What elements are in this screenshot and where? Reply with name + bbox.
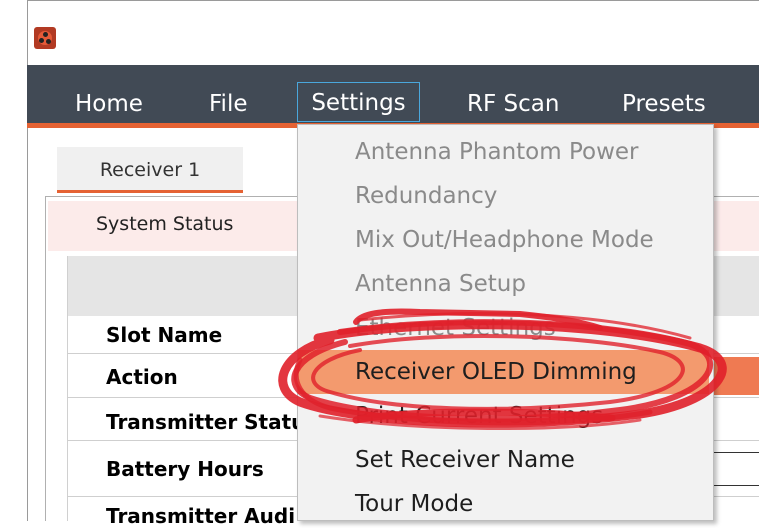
menu-file[interactable]: File bbox=[209, 88, 248, 120]
app-logo-icon bbox=[34, 27, 56, 49]
action-button[interactable] bbox=[713, 357, 759, 395]
menu-presets[interactable]: Presets bbox=[622, 88, 706, 120]
menu-item-set-receiver-name[interactable]: Set Receiver Name bbox=[355, 447, 575, 473]
row-label-slot-name: Slot Name bbox=[106, 323, 223, 347]
tab-receiver-1[interactable]: Receiver 1 bbox=[57, 147, 243, 193]
menu-item-antenna-setup: Antenna Setup bbox=[355, 271, 526, 297]
row-label-battery-hours: Battery Hours bbox=[106, 457, 264, 481]
row-label-transmitter-status: Transmitter Statu bbox=[106, 410, 306, 434]
menu-item-tour-mode[interactable]: Tour Mode bbox=[355, 491, 473, 517]
column-divider bbox=[67, 256, 68, 521]
menu-item-antenna-phantom-power: Antenna Phantom Power bbox=[355, 139, 639, 165]
row-label-transmitter-audio: Transmitter Audi bbox=[106, 504, 296, 528]
menu-item-ethernet-settings: Ethernet Settings bbox=[355, 315, 556, 341]
menu-home[interactable]: Home bbox=[75, 88, 143, 120]
menu-item-redundancy: Redundancy bbox=[355, 183, 498, 209]
menu-item-mix-out-headphone-mode: Mix Out/Headphone Mode bbox=[355, 227, 654, 253]
menu-settings[interactable]: Settings bbox=[297, 82, 420, 122]
battery-hours-field bbox=[713, 452, 759, 486]
system-status-title: System Status bbox=[96, 213, 234, 235]
row-label-action: Action bbox=[106, 365, 178, 389]
menu-item-receiver-oled-dimming[interactable]: Receiver OLED Dimming bbox=[355, 359, 637, 385]
menu-item-print-current-settings[interactable]: Print Current Settings bbox=[355, 403, 603, 429]
menu-rf-scan[interactable]: RF Scan bbox=[467, 88, 559, 120]
